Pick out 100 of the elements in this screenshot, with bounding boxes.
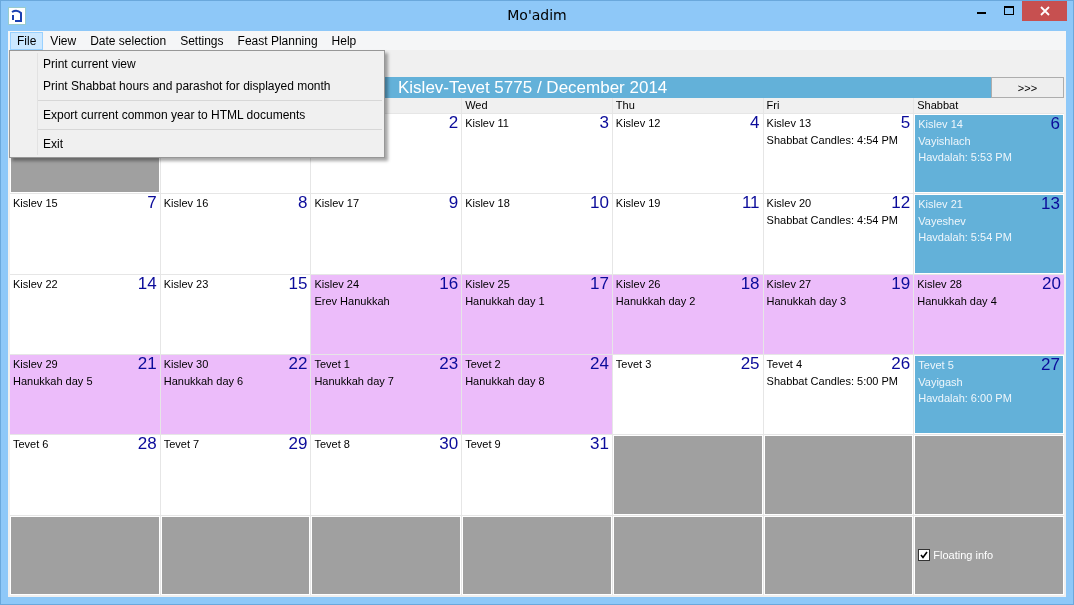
- day-number: 7: [147, 194, 157, 212]
- day-cell[interactable]: [10, 515, 160, 595]
- day-note: Hanukkah day 3: [766, 293, 848, 308]
- hebrew-date: Tevet 2: [465, 357, 501, 371]
- maximize-icon: [1003, 6, 1014, 16]
- hebrew-date: Tevet 7: [163, 437, 200, 452]
- day-number: 22: [288, 355, 308, 372]
- day-cell[interactable]: Kislev 14 6 Vayishlach Havdalah: 5:53 PM: [914, 114, 1064, 194]
- hebrew-date: Kislev 12: [615, 116, 661, 130]
- day-note: Havdalah: 5:54 PM: [918, 230, 1013, 245]
- day-cell[interactable]: Kislev 24 16 Erev Hanukkah: [311, 274, 462, 354]
- hebrew-date: Kislev 29: [13, 357, 58, 371]
- menu-entry[interactable]: Print current view: [10, 53, 384, 75]
- day-cell[interactable]: [914, 435, 1064, 515]
- day-cell[interactable]: Kislev 17 9: [311, 194, 462, 274]
- day-note: Erev Hanukkah: [314, 293, 391, 308]
- close-button[interactable]: [1022, 1, 1067, 21]
- day-number: 3: [599, 114, 609, 131]
- hebrew-date: Kislev 22: [13, 276, 58, 291]
- day-note: Shabbat Candles: 4:54 PM: [766, 213, 900, 228]
- day-cell[interactable]: Kislev 28 20 Hanukkah day 4: [914, 274, 1064, 354]
- day-cell[interactable]: Tevet 2 24 Hanukkah day 8: [462, 355, 612, 435]
- hebrew-date: Kislev 21: [918, 197, 963, 212]
- day-number: 6: [1050, 115, 1060, 132]
- day-cell[interactable]: Kislev 19 11: [612, 194, 763, 274]
- day-note: Hanukkah day 4: [917, 293, 998, 308]
- day-cell[interactable]: Kislev 26 18 Hanukkah day 2: [612, 274, 763, 354]
- day-note: Vayigash: [918, 375, 964, 389]
- hebrew-date: Kislev 26: [615, 276, 661, 291]
- menu-item[interactable]: File: [10, 31, 44, 50]
- floating-info-checkbox[interactable]: [918, 548, 931, 561]
- day-cell[interactable]: [160, 515, 311, 595]
- day-cell[interactable]: Tevet 3 25: [612, 355, 763, 435]
- next-button[interactable]: >>>: [991, 77, 1064, 98]
- day-number: 29: [288, 435, 308, 453]
- day-cell[interactable]: [462, 515, 612, 595]
- hebrew-date: Kislev 14: [918, 117, 963, 131]
- day-cell[interactable]: [763, 435, 914, 515]
- day-number: 9: [448, 194, 459, 212]
- day-cell[interactable]: Kislev 29 21 Hanukkah day 5: [10, 355, 160, 435]
- day-cell[interactable]: Tevet 5 27 Vayigash Havdalah: 6:00 PM: [914, 355, 1064, 435]
- day-cell[interactable]: Tevet 8 30: [311, 435, 462, 515]
- day-number: 20: [1042, 274, 1061, 292]
- day-cell[interactable]: Kislev 23 15: [160, 274, 311, 354]
- day-note: Shabbat Candles: 4:54 PM: [766, 133, 900, 147]
- day-number: 8: [297, 194, 308, 212]
- hebrew-date: Kislev 16: [163, 196, 209, 211]
- day-cell[interactable]: Kislev 22 14: [10, 274, 160, 354]
- day-cell[interactable]: Tevet 4 26 Shabbat Candles: 5:00 PM: [763, 355, 914, 435]
- menu-item[interactable]: Help: [324, 31, 364, 50]
- day-cell[interactable]: [612, 515, 763, 595]
- hebrew-date: Tevet 4: [766, 357, 803, 371]
- day-number: 31: [589, 435, 609, 453]
- hebrew-date: Tevet 3: [615, 357, 652, 371]
- day-cell[interactable]: Kislev 11 3: [462, 114, 612, 194]
- day-cell[interactable]: Kislev 12 4: [612, 114, 763, 194]
- day-cell[interactable]: Tevet 7 29: [160, 435, 311, 515]
- day-note: Havdalah: 5:53 PM: [918, 150, 1013, 164]
- menu-item[interactable]: View: [43, 31, 84, 50]
- day-number: 13: [1041, 195, 1060, 213]
- day-cell[interactable]: Tevet 6 28: [10, 435, 160, 515]
- day-number: 30: [439, 435, 459, 453]
- app-icon: [8, 7, 26, 25]
- menu-item[interactable]: Feast Planning: [230, 31, 325, 50]
- day-cell[interactable]: Kislev 27 19 Hanukkah day 3: [763, 274, 914, 354]
- day-cell[interactable]: Tevet 9 31: [462, 435, 612, 515]
- day-number: 17: [589, 274, 609, 292]
- day-cell[interactable]: Kislev 30 22 Hanukkah day 6: [160, 355, 311, 435]
- day-cell[interactable]: Kislev 21 13 Vayeshev Havdalah: 5:54 PM: [914, 194, 1064, 274]
- hebrew-date: Kislev 30: [163, 357, 209, 371]
- day-cell[interactable]: [311, 515, 462, 595]
- day-number: 2: [448, 114, 459, 131]
- day-cell[interactable]: Kislev 25 17 Hanukkah day 1: [462, 274, 612, 354]
- day-cell[interactable]: [612, 435, 763, 515]
- day-number: 12: [891, 194, 911, 212]
- menu-entry[interactable]: Print Shabbat hours and parashot for displayed month: [10, 75, 384, 97]
- day-cell[interactable]: Kislev 16 8: [160, 194, 311, 274]
- hebrew-date: Kislev 13: [766, 116, 812, 130]
- day-note: Hanukkah day 5: [13, 374, 94, 388]
- day-number: 4: [750, 114, 760, 131]
- day-cell[interactable]: Kislev 18 10: [462, 194, 612, 274]
- day-cell[interactable]: Tevet 1 23 Hanukkah day 7: [311, 355, 462, 435]
- day-cell[interactable]: [763, 515, 914, 595]
- day-number: 19: [891, 274, 911, 292]
- hebrew-date: Tevet 9: [465, 437, 501, 452]
- day-note: Shabbat Candles: 5:00 PM: [766, 374, 900, 388]
- day-note: Hanukkah day 2: [615, 293, 697, 308]
- day-note: Vayeshev: [918, 214, 967, 229]
- day-cell[interactable]: Kislev 15 7: [10, 194, 160, 274]
- menu-item[interactable]: Settings: [173, 31, 231, 50]
- hebrew-date: Kislev 25: [465, 276, 510, 291]
- day-number: 18: [740, 274, 760, 292]
- column-header: Thu: [612, 98, 763, 113]
- menu-item[interactable]: Date selection: [83, 31, 174, 50]
- day-number: 21: [137, 355, 157, 372]
- day-cell[interactable]: Kislev 20 12 Shabbat Candles: 4:54 PM: [763, 194, 914, 274]
- day-number: 10: [589, 194, 609, 212]
- day-number: 24: [589, 355, 609, 372]
- day-cell[interactable]: Kislev 13 5 Shabbat Candles: 4:54 PM: [763, 114, 914, 194]
- floating-info-label: Floating info: [933, 548, 994, 561]
